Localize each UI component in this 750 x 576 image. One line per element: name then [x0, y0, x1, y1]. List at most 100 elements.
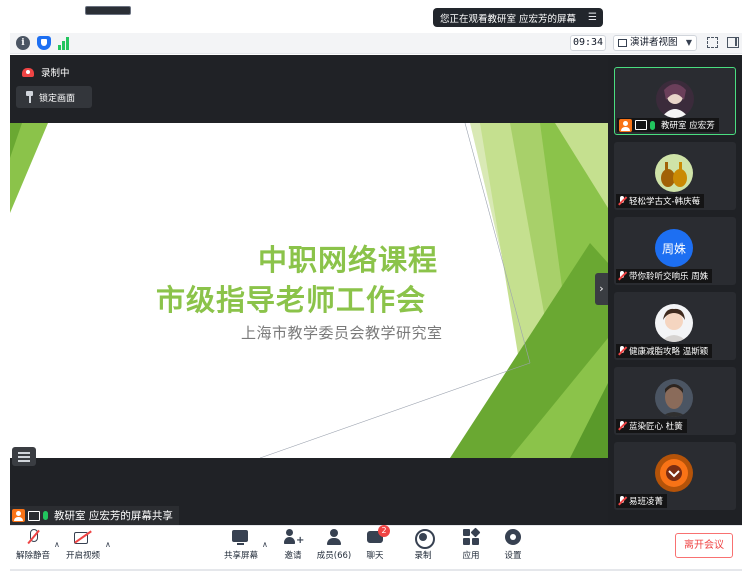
mic-on-icon: [650, 120, 655, 130]
avatar: 周姝: [655, 229, 693, 267]
participant-name-bar: 教研室 应宏芳: [617, 118, 719, 132]
chat-label: 聊天: [366, 551, 384, 561]
share-owner-label: 教研室 应宏芳的屏幕共享: [10, 506, 179, 525]
lock-view-label: 锁定画面: [39, 93, 76, 104]
bottom-control-bar: 解除静音 ∧ 开启视频 ∧ 共享屏幕 ∧ + 邀请 成员(66) 2 聊天 录制…: [10, 525, 742, 569]
slide-title-line1: 中职网络课程: [258, 243, 439, 277]
members-icon: [325, 529, 343, 546]
divider: [10, 569, 742, 571]
list-icon[interactable]: ☰: [588, 12, 597, 23]
screen-share-icon: [28, 510, 40, 521]
cloud-record-icon: [22, 67, 34, 77]
participant-name: 轻松学古文-韩庆莓: [629, 197, 701, 207]
participant-name: 带你聆听交响乐 周姝: [629, 272, 709, 282]
unmute-button[interactable]: 解除静音: [14, 529, 52, 561]
share-screen-label: 共享屏幕: [223, 551, 258, 561]
chat-button[interactable]: 2 聊天: [362, 525, 390, 561]
participant-name-bar: 健康减脂攻略 温斯颖: [616, 344, 713, 358]
start-video-button[interactable]: 开启视频: [64, 529, 102, 561]
fullscreen-icon[interactable]: [707, 37, 718, 48]
host-user-icon: [12, 509, 25, 522]
viewing-banner: 您正在观看教研室 应宏芳的屏幕 ☰: [433, 8, 603, 27]
top-toolbar: i 09:34 演讲者视图 ▼: [10, 33, 742, 54]
chat-badge: 2: [378, 525, 390, 537]
start-video-label: 开启视频: [65, 551, 100, 561]
info-icon[interactable]: i: [16, 36, 30, 50]
meeting-timer: 09:34: [570, 35, 606, 51]
mic-muted-icon: [618, 421, 626, 431]
share-screen-icon: [232, 529, 250, 546]
apps-button[interactable]: 应用: [458, 527, 484, 561]
participant-name: 健康减脂攻略 温斯颖: [629, 347, 709, 357]
recording-label: 录制中: [41, 68, 70, 79]
mic-on-icon: [43, 511, 48, 520]
participant-name-bar: 易班凌菁: [616, 494, 668, 508]
invite-label: 邀请: [284, 551, 302, 561]
participant-tile[interactable]: 易班凌菁: [614, 442, 736, 510]
share-owner-text: 教研室 应宏芳的屏幕共享: [54, 510, 173, 522]
screen-share-icon: [635, 120, 647, 130]
participant-name-bar: 带你聆听交响乐 周姝: [616, 269, 713, 283]
view-mode-label: 演讲者视图: [630, 37, 678, 48]
window-strip: [85, 6, 131, 15]
avatar: [655, 454, 693, 492]
gear-icon: [504, 529, 522, 546]
chevron-up-icon[interactable]: ∧: [54, 540, 60, 549]
participant-tile[interactable]: 蓝染匠心 杜簧: [614, 367, 736, 435]
participant-tile[interactable]: 周姝 带你聆听交响乐 周姝: [614, 217, 736, 285]
speaker-view-icon: [618, 39, 627, 47]
slide-subtitle: 上海市教学委员会教学研究室: [241, 324, 443, 342]
avatar: [655, 304, 693, 342]
avatar: [656, 80, 694, 118]
signal-icon[interactable]: [58, 36, 72, 50]
record-button[interactable]: 录制: [410, 529, 436, 561]
recording-indicator: 录制中: [22, 65, 70, 79]
chevron-up-icon[interactable]: ∧: [105, 540, 111, 549]
presentation-slide: 中职网络课程 市级指导老师工作会 上海市教学委员会教学研究室: [10, 123, 608, 458]
settings-button[interactable]: 设置: [500, 529, 526, 561]
apps-icon: [462, 527, 481, 546]
leave-meeting-button[interactable]: 离开会议: [675, 533, 733, 558]
participant-name: 教研室 应宏芳: [661, 121, 715, 131]
participant-name-bar: 轻松学古文-韩庆莓: [616, 194, 705, 208]
viewing-text: 您正在观看教研室 应宏芳的屏幕: [440, 13, 577, 25]
participant-panel: 教研室 应宏芳 轻松学古文-韩庆莓 周姝 带你聆听交响乐 周姝 健康减脂攻略 温…: [608, 55, 742, 525]
apps-label: 应用: [462, 551, 480, 561]
lock-view-button[interactable]: 锁定画面: [16, 86, 92, 108]
participant-tile[interactable]: 健康减脂攻略 温斯颖: [614, 292, 736, 360]
record-label: 录制: [414, 551, 432, 561]
settings-label: 设置: [504, 551, 522, 561]
avatar: [655, 379, 693, 417]
invite-button[interactable]: + 邀请: [280, 529, 306, 561]
chevron-down-icon: ▼: [685, 38, 692, 47]
shared-screen-area: 录制中 锁定画面 中职网络课程 市级指导老师工作会 上海市教学委员会教学研究室 …: [10, 55, 608, 525]
mic-muted-icon: [618, 496, 626, 506]
members-label: 成员(66): [316, 551, 352, 561]
mic-muted-icon: [618, 271, 626, 281]
members-button[interactable]: 成员(66): [314, 529, 354, 561]
avatar: [655, 154, 693, 192]
add-user-icon: +: [284, 529, 304, 546]
mic-off-icon: [24, 529, 42, 546]
camera-off-icon: [74, 529, 92, 546]
slide-title-line2: 市级指导老师工作会: [156, 283, 427, 317]
meeting-window: 您正在观看教研室 应宏芳的屏幕 ☰ i 09:34 演讲者视图 ▼ 录制中 锁定…: [0, 0, 750, 576]
panel-toggle-icon[interactable]: [727, 37, 739, 48]
participant-tile[interactable]: 轻松学古文-韩庆莓: [614, 142, 736, 210]
pin-icon: [26, 91, 33, 103]
participant-tile[interactable]: 教研室 应宏芳: [614, 67, 736, 135]
participant-name: 蓝染匠心 杜簧: [629, 422, 683, 432]
host-user-icon: [619, 118, 632, 132]
mic-muted-icon: [618, 346, 626, 356]
participant-name-bar: 蓝染匠心 杜簧: [616, 419, 687, 433]
mic-muted-icon: [618, 196, 626, 206]
chevron-up-icon[interactable]: ∧: [262, 540, 268, 549]
participant-name: 易班凌菁: [629, 497, 664, 507]
share-screen-button[interactable]: 共享屏幕: [222, 529, 260, 561]
record-icon: [414, 529, 435, 549]
chat-icon: 2: [366, 525, 390, 546]
shield-icon[interactable]: [37, 36, 51, 50]
chevron-right-icon[interactable]: ›: [595, 273, 608, 305]
slide-list-icon[interactable]: [12, 447, 36, 466]
view-mode-select[interactable]: 演讲者视图 ▼: [613, 35, 697, 51]
